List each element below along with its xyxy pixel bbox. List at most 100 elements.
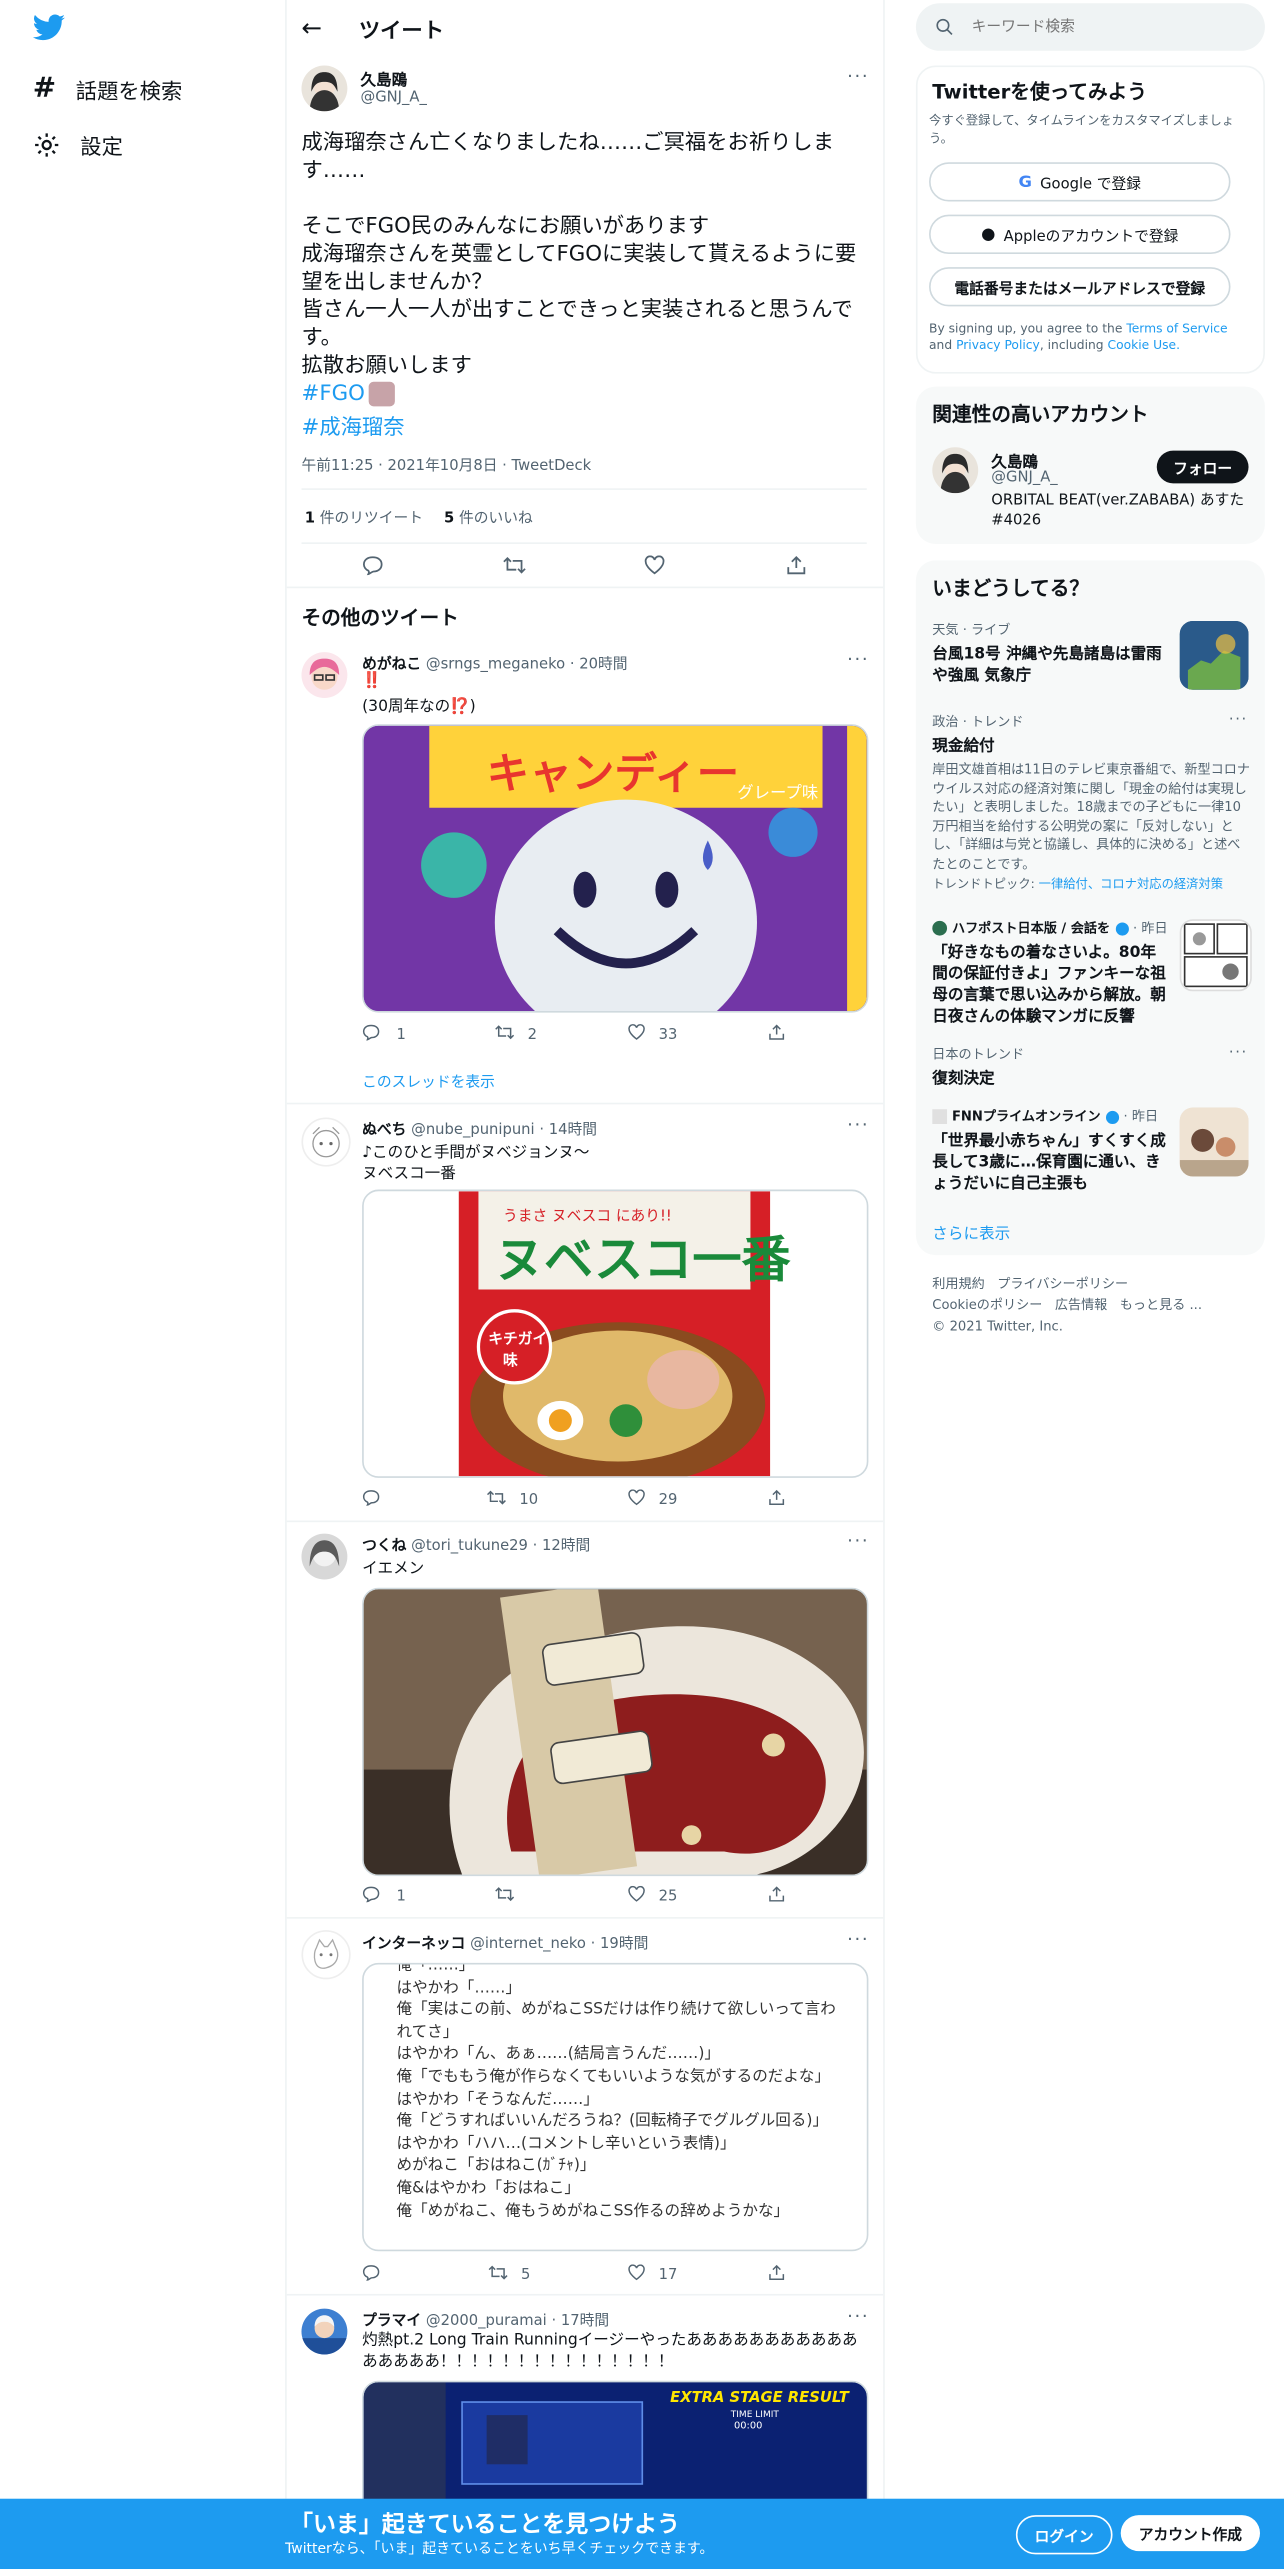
reply-button[interactable] [362,1489,387,1510]
tweet-author-handle[interactable]: @GNJ_A_ [360,90,426,106]
reply-button[interactable] [362,2264,387,2285]
more-icon[interactable]: ··· [847,1929,869,1950]
footer-more[interactable]: もっと見る ... [1120,1298,1202,1313]
share-button[interactable] [768,2264,785,2285]
like-button[interactable]: 33 [628,1024,677,1045]
tweet-header[interactable]: インターネッコ @internet_neko · 19時間 [362,1932,648,1953]
character-emoji-icon [368,381,395,407]
login-button[interactable]: ログイン [1015,2515,1113,2555]
footer-cookie[interactable]: Cookieのポリシー [932,1298,1042,1313]
trend-item[interactable]: 天気 · ライブ 台風18号 沖縄や先島諸島は雷雨や強風 気象庁 [932,621,1170,687]
avatar[interactable] [301,1117,351,1167]
footer-copyright: © 2021 Twitter, Inc. [932,1318,1063,1334]
avatar[interactable] [301,1533,348,1580]
retweet-count: 1 [304,511,316,528]
hashtag-narumi[interactable]: #成海瑠奈 [301,410,404,441]
retweet-button[interactable]: 2 [495,1024,537,1045]
avatar[interactable] [301,652,348,699]
heart-icon [628,1489,646,1510]
share-button[interactable] [786,555,806,580]
like-button[interactable] [644,555,665,580]
twitter-logo-icon[interactable] [32,13,66,42]
retweet-button[interactable]: 10 [487,1489,538,1510]
google-signup-button[interactable]: G Google で登録 [929,162,1231,202]
privacy-link[interactable]: Privacy Policy [956,338,1040,353]
verified-icon [1105,1110,1119,1124]
retweet-button[interactable] [503,555,526,580]
banner-title: 「いま」起きていることを見つけよう [290,2511,680,2539]
tweet-image-ramen[interactable]: うまさ ヌベスコ にあり!! ヌベスコ一番 キチガイ 味 [362,1189,869,1478]
share-button[interactable] [768,1886,785,1907]
trend-topics-links[interactable]: 一律給付、コロナ対応の経済対策 [1039,877,1223,892]
retweet-button[interactable]: 5 [488,2264,530,2285]
tweet-text-image[interactable]: 俺「……」 はやかわ「……」 俺「実はこの前、めがねこSSだけは作り続けて欲しい… [362,1962,869,2252]
tweet-meta[interactable]: 午前11:25 · 2021年10月8日 · TweetDeck [301,454,591,475]
tweet-author-name[interactable]: 久島鴎 [360,67,407,90]
footer-ads[interactable]: 広告情報 [1055,1298,1107,1313]
source-logo-icon [932,1109,948,1125]
tweet-header[interactable]: プラマイ @2000_puramai · 17時間 [362,2309,609,2330]
terms-link[interactable]: Terms of Service [1126,321,1227,336]
more-icon[interactable]: ··· [847,649,869,670]
svg-text:キャンディー: キャンディー [487,749,740,799]
footer-terms[interactable]: 利用規約 [932,1276,984,1291]
apple-signup-button[interactable]: ● Appleのアカウントで登録 [929,214,1231,254]
related-name[interactable]: 久島鴎 [991,449,1038,472]
reply-icon [362,1886,380,1907]
reply-button[interactable]: 1 [362,1886,406,1907]
result-banner: EXTRA STAGE RESULT [670,2390,849,2407]
nav-settings[interactable]: 設定 [33,129,123,161]
tweet-time: · 20時間 [569,657,628,674]
reply-icon [362,555,383,580]
tweet-image-game-result[interactable]: EXTRA STAGE RESULT TIME LIMIT 00:00 [362,2380,869,2516]
tweet-image-guitar[interactable] [362,1587,869,1877]
phone-signup-button[interactable]: 電話番号またはメールアドレスで登録 [929,267,1231,307]
share-button[interactable] [768,1024,785,1045]
trend-item[interactable]: ハフポスト日本版 / 会話を · 昨日 「好きなもの着なさいよ。80年間の保証付… [932,919,1170,1027]
signup-terms: By signing up, you agree to the Terms of… [929,321,1253,354]
back-arrow-icon[interactable]: ← [301,13,322,42]
retweet-button[interactable] [495,1886,521,1907]
follow-button[interactable]: フォロー [1156,450,1249,484]
reply-button[interactable]: 1 [362,1024,406,1045]
hashtag-fgo[interactable]: #FGO [301,381,395,407]
share-button[interactable] [768,1489,785,1510]
trend-item[interactable]: FNNプライムオンライン · 昨日 「世界最小赤ちゃん」すくすく成長して3歳に…… [932,1108,1170,1195]
trend-time: · 昨日 [1123,1109,1159,1125]
divider [301,488,867,490]
more-icon[interactable]: ··· [847,1530,869,1551]
nav-explore[interactable]: # 話題を検索 [33,72,183,105]
more-icon[interactable]: ··· [1229,1045,1248,1061]
show-thread-link[interactable]: このスレッドを表示 [362,1070,495,1091]
tweet-image-candy[interactable]: キャンディー グレープ味 [362,724,869,1013]
create-account-button[interactable]: アカウント作成 [1120,2515,1261,2552]
more-icon[interactable]: ··· [847,2305,869,2326]
reply-button[interactable] [362,555,383,580]
avatar[interactable] [301,65,348,112]
trend-item[interactable]: 政治 · トレンド 現金給付 岸田文雄首相は11日のテレビ東京番組で、新型コロナ… [932,713,1252,893]
trend-item[interactable]: 日本のトレンド 復刻決定 [932,1045,1227,1089]
related-handle[interactable]: @GNJ_A_ [991,470,1057,486]
tweet-text: 灼熱pt.2 Long Train Runningイージーやったああああああああ… [362,2331,858,2371]
more-icon[interactable]: ··· [1229,713,1248,729]
show-more-link[interactable]: さらに表示 [932,1221,1010,1244]
tweet-header[interactable]: ぬべち @nube_punipuni · 14時間 [362,1117,597,1138]
avatar[interactable] [932,447,979,494]
related-title: 関連性の高いアカウント [932,403,1149,427]
like-button[interactable]: 25 [628,1885,677,1907]
tweet-stats[interactable]: 1 件のリツイート 5 件のいいね [305,506,533,527]
like-button[interactable]: 29 [628,1489,677,1510]
footer-privacy[interactable]: プライバシーポリシー [997,1276,1128,1291]
tweet-header[interactable]: めがねこ @srngs_meganeko · 20時間 [362,652,627,673]
more-icon[interactable]: ··· [847,66,869,87]
avatar[interactable] [301,2308,348,2355]
cookie-link[interactable]: Cookie Use. [1108,338,1181,353]
more-icon[interactable]: ··· [847,1114,869,1135]
tweet-header[interactable]: つくね @tori_tukune29 · 12時間 [362,1534,590,1555]
like-button[interactable]: 17 [628,2264,677,2285]
search-input[interactable] [968,13,1254,43]
tweet-time: · 12時間 [532,1538,591,1555]
trend-description: 岸田文雄首相は11日のテレビ東京番組で、新型コロナウイルス対応の経済対策に関し「… [932,761,1250,871]
avatar[interactable] [301,1930,351,1980]
search-box[interactable] [915,3,1265,51]
